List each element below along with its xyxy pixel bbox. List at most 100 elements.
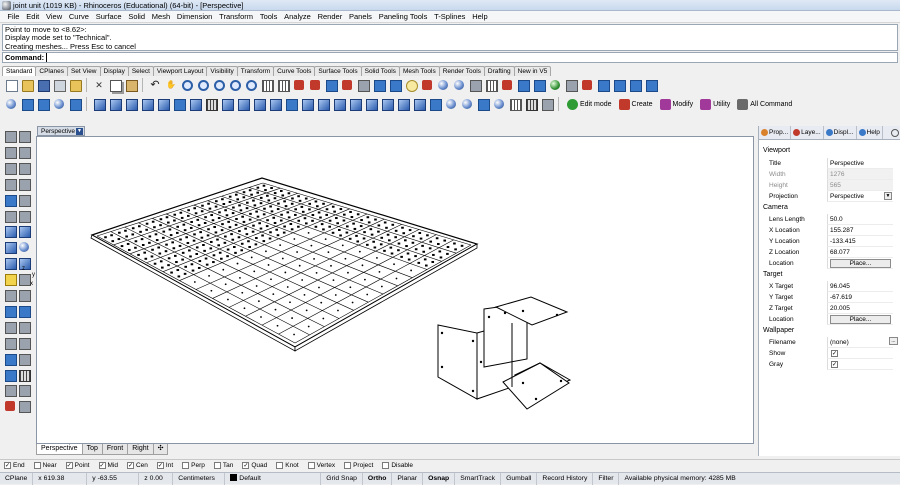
mesh-cylinder-icon[interactable] [36, 97, 51, 111]
print-icon[interactable] [52, 78, 67, 92]
gumball-toggle[interactable]: Gumball [501, 472, 538, 485]
mesh-torus-icon[interactable] [68, 97, 83, 111]
panel-tab-1[interactable]: Laye... [791, 126, 824, 139]
revolve-icon[interactable] [156, 97, 171, 111]
menu-mesh[interactable]: Mesh [148, 11, 173, 22]
render-icon[interactable] [436, 78, 451, 92]
cylinder-solid-icon[interactable] [3, 256, 17, 271]
viewport-tab-right[interactable]: Right [127, 444, 154, 455]
lock-icon[interactable] [372, 78, 387, 92]
cut-icon[interactable] [92, 78, 107, 92]
osnap-checkbox[interactable] [307, 462, 315, 469]
select-icon[interactable] [3, 129, 17, 143]
camera-y-value[interactable]: -133.415 [827, 236, 893, 247]
set-view-icon[interactable] [612, 78, 627, 92]
menu-render[interactable]: Render [314, 11, 345, 22]
rhino-app-icon[interactable] [2, 1, 11, 10]
layers-icon[interactable] [420, 78, 435, 92]
osnap-checkbox[interactable]: ✓ [242, 462, 250, 469]
mesh-repair-icon[interactable] [540, 97, 555, 111]
split-curve-icon[interactable] [17, 288, 31, 302]
curvature-icon[interactable] [516, 78, 531, 92]
analyze-direction-icon[interactable] [3, 383, 17, 398]
box-icon[interactable] [92, 97, 107, 111]
edit-mode-button[interactable]: Edit mode [564, 97, 615, 111]
tab-standard[interactable]: Standard [2, 66, 37, 76]
polygon-icon[interactable] [3, 193, 17, 207]
viewport-layout-icon[interactable] [644, 78, 659, 92]
pan-icon[interactable] [164, 78, 179, 92]
viewport-tab-front[interactable]: Front [101, 444, 129, 455]
freeform-curve-icon[interactable] [3, 209, 17, 223]
four-viewports-icon[interactable] [260, 78, 275, 92]
camera-place-button[interactable]: Place... [827, 258, 893, 269]
osnap-knot[interactable]: Knot [276, 462, 299, 469]
filename-field[interactable]: (none) [827, 337, 893, 348]
lights-icon[interactable] [404, 78, 419, 92]
osnap-checkbox[interactable] [33, 462, 41, 469]
tab-solid-tools[interactable]: Solid Tools [360, 66, 400, 76]
fillet-curve-icon[interactable] [17, 272, 31, 287]
pipe-icon[interactable] [492, 97, 507, 111]
paste-icon[interactable] [124, 78, 139, 92]
tab-select[interactable]: Select [127, 66, 154, 76]
mesh-grid-icon[interactable] [204, 97, 219, 111]
osnap-checkbox[interactable]: ✓ [126, 462, 134, 469]
analyze-icon[interactable] [500, 78, 515, 92]
modify-button[interactable]: Modify [657, 97, 697, 111]
menu-view[interactable]: View [43, 11, 66, 22]
chamfer-edge-icon[interactable] [316, 97, 331, 111]
planar-toggle[interactable]: Planar [392, 472, 424, 485]
extrude-icon[interactable] [108, 97, 123, 111]
osnap-disable[interactable]: Disable [382, 462, 413, 469]
ortho-toggle[interactable]: Ortho [363, 472, 393, 485]
cplane-label[interactable]: CPlane [0, 472, 34, 485]
material-icon[interactable] [452, 78, 467, 92]
new-file-icon[interactable] [4, 78, 19, 92]
osnap-checkbox[interactable]: ✓ [4, 462, 11, 469]
grid-icon[interactable] [276, 78, 291, 92]
utility-button[interactable]: Utility [697, 97, 733, 111]
create-button[interactable]: Create [616, 97, 656, 111]
box-solid-icon[interactable] [3, 240, 17, 255]
menu-dimension[interactable]: Dimension [174, 11, 216, 22]
move-icon[interactable] [3, 304, 17, 318]
network-icon[interactable] [188, 97, 203, 111]
menu-paneling-tools[interactable]: Paneling Tools [375, 11, 430, 22]
osnap-project[interactable]: Project [344, 462, 373, 469]
rotate-icon[interactable] [3, 320, 17, 334]
osnap-int[interactable]: ✓ Int [156, 462, 173, 469]
sweep-icon[interactable] [140, 97, 155, 111]
tab-surface-tools[interactable]: Surface Tools [314, 66, 362, 76]
unlock-icon[interactable] [388, 78, 403, 92]
select-all-icon[interactable] [324, 78, 339, 92]
menu-edit[interactable]: Edit [23, 11, 43, 22]
tab-visibility[interactable]: Visibility [206, 66, 238, 76]
patch-icon[interactable] [172, 97, 187, 111]
osnap-checkbox[interactable]: ✓ [65, 462, 73, 469]
fillet-edge-icon[interactable] [300, 97, 315, 111]
boolean-intersection-icon[interactable] [252, 97, 267, 111]
rhino-options-icon[interactable] [580, 78, 595, 92]
osnap-checkbox[interactable] [182, 462, 190, 469]
zoom-extents-icon[interactable] [228, 78, 243, 92]
menu-help[interactable]: Help [469, 11, 491, 22]
zoom-selected-icon[interactable] [244, 78, 259, 92]
gray-checkbox[interactable]: ✓ [831, 361, 838, 368]
curve-icon[interactable] [17, 145, 31, 159]
help-icon[interactable] [564, 78, 579, 92]
save-file-icon[interactable] [36, 78, 51, 92]
osnap-end[interactable]: ✓ End [4, 462, 25, 469]
show-checkbox[interactable]: ✓ [831, 350, 838, 357]
tab-transform[interactable]: Transform [236, 66, 275, 76]
explode-curve-icon[interactable] [3, 272, 17, 287]
panel-tab-0[interactable]: Prop... [759, 126, 792, 139]
viewport-tab-perspective[interactable]: Perspective [36, 444, 83, 455]
grid-snap-toggle[interactable]: Grid Snap [321, 472, 363, 485]
osnap-checkbox[interactable]: ✓ [98, 462, 106, 469]
contour-icon[interactable] [508, 97, 523, 111]
options-icon[interactable] [292, 78, 307, 92]
menu-tools[interactable]: Tools [256, 11, 280, 22]
camera-x-value[interactable]: 155.287 [827, 225, 893, 236]
loft-icon[interactable] [124, 97, 139, 111]
